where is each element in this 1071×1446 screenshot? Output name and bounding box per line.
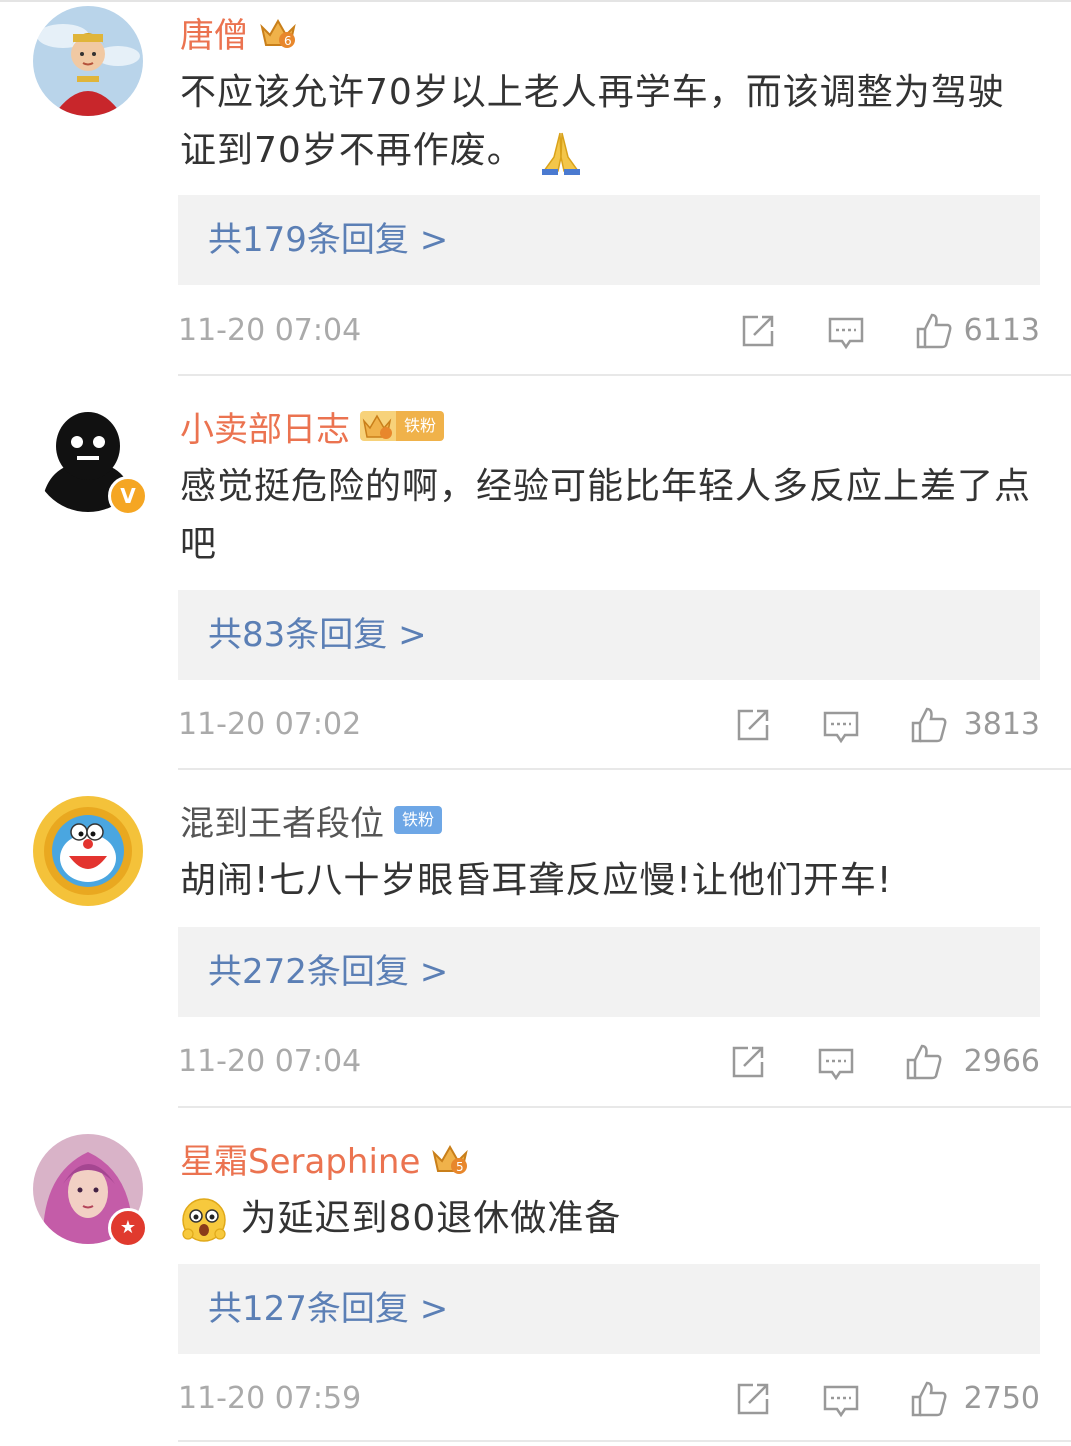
comment-time: 11-20 07:02 [178, 707, 362, 742]
folded-hands-icon [542, 132, 581, 175]
comment-text: 胡闹!七八十岁眼昏耳聋反应慢!让他们开车! [180, 860, 893, 901]
replies-label: 共83条回复 > [208, 615, 427, 655]
username[interactable]: 星霜Seraphine [180, 1134, 420, 1183]
replies-link[interactable]: 共83条回复 > [178, 590, 1040, 680]
comment-icon[interactable] [816, 1042, 856, 1082]
comment-time: 11-20 07:04 [178, 313, 362, 348]
comment-icon[interactable] [821, 1379, 861, 1419]
username[interactable]: 小卖部日志 [180, 402, 350, 451]
replies-link[interactable]: 共179条回复 > [178, 195, 1040, 285]
comment-icon[interactable] [821, 705, 861, 745]
like-count: 2966 [963, 1044, 1040, 1079]
replies-label: 共127条回复 > [208, 1289, 449, 1329]
verified-badge: V [108, 476, 148, 516]
replies-link[interactable]: 共272条回复 > [178, 927, 1040, 1017]
fan-badge-label: 铁粉 [396, 411, 445, 441]
fan-badge: 铁粉 [394, 806, 443, 834]
comment-icon[interactable] [826, 311, 866, 351]
username[interactable]: 混到王者段位 [180, 796, 384, 845]
like-icon[interactable] [909, 705, 949, 745]
star-badge-icon: ★ [108, 1208, 148, 1248]
like-icon[interactable] [914, 311, 954, 351]
comment-text: 为延迟到80退休做准备 [240, 1198, 622, 1239]
top-divider [0, 0, 1071, 8]
like-count: 6113 [963, 313, 1040, 348]
like-icon[interactable] [904, 1042, 944, 1082]
like-icon[interactable] [909, 1379, 949, 1419]
svg-text:6: 6 [284, 34, 292, 48]
comment-text: 感觉挺危险的啊，经验可能比年轻人多反应上差了点吧 [180, 466, 1032, 565]
comment-time: 11-20 07:04 [178, 1044, 362, 1079]
replies-link[interactable]: 共127条回复 > [178, 1264, 1040, 1354]
divider [178, 374, 1071, 376]
divider [178, 1440, 1071, 1442]
avatar[interactable] [33, 6, 143, 116]
crown-badge-icon: 6 [260, 18, 296, 48]
like-count: 3813 [963, 707, 1040, 742]
divider [178, 1106, 1071, 1108]
share-icon[interactable] [728, 1042, 768, 1082]
crown-badge-icon [360, 411, 396, 441]
replies-label: 共272条回复 > [208, 952, 449, 992]
like-count: 2750 [963, 1381, 1040, 1416]
avatar[interactable] [33, 796, 143, 906]
username[interactable]: 唐僧 [180, 8, 248, 57]
replies-label: 共179条回复 > [208, 220, 449, 260]
share-icon[interactable] [733, 1379, 773, 1419]
fan-badge: 铁粉 [360, 411, 445, 441]
divider [178, 768, 1071, 770]
comment-text: 不应该允许70岁以上老人再学车，而该调整为驾驶证到70岁不再作废。 [180, 72, 1005, 171]
share-icon[interactable] [738, 311, 778, 351]
astonished-face-icon [182, 1198, 226, 1242]
svg-text:5: 5 [456, 1160, 464, 1174]
share-icon[interactable] [733, 705, 773, 745]
comment-time: 11-20 07:59 [178, 1381, 362, 1416]
crown-badge-icon: 5 [432, 1144, 469, 1174]
